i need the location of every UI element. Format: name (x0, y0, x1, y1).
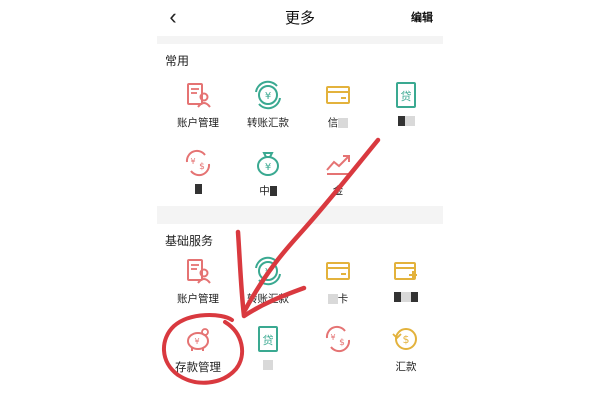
service-item-loan[interactable]: 贷 (233, 324, 303, 390)
redacted-text (269, 186, 277, 197)
service-item-transfer[interactable]: ¥ 转账汇款 (233, 256, 303, 322)
redacted-text (263, 360, 273, 371)
card-add-icon (394, 262, 417, 280)
redacted-text (327, 294, 338, 305)
redacted-text (394, 292, 401, 303)
service-label: 转账汇款 (247, 293, 289, 305)
redacted-text (397, 116, 405, 127)
service-label: 存款管理 (175, 362, 221, 374)
service-label: 卡 (337, 293, 349, 305)
service-label: 账户管理 (177, 293, 219, 305)
svg-text:¥: ¥ (190, 157, 195, 166)
svg-text:贷: 贷 (263, 333, 274, 347)
money-bag-icon: ¥ (257, 152, 279, 176)
currency-exchange-icon: ¥ $ (185, 149, 211, 177)
service-item-gold[interactable]: 金 (303, 148, 373, 214)
svg-text:$: $ (339, 338, 345, 348)
service-label: 中 (259, 185, 270, 197)
section-basic-services: 基础服务 账户管理 ¥ 转账汇款 卡 ¥ 存款管理 贷 ¥ $ $ 汇款 (157, 224, 443, 400)
redacted-text (338, 118, 349, 129)
account-management-icon (187, 83, 211, 108)
service-label: 转账汇款 (247, 117, 289, 129)
service-item-deposit-management[interactable]: ¥ 存款管理 (163, 324, 233, 390)
service-label: 信 (327, 117, 339, 129)
service-item-account-management[interactable]: 账户管理 (163, 256, 233, 322)
service-item-card-add[interactable] (371, 256, 441, 322)
svg-text:¥: ¥ (330, 333, 335, 342)
service-item-credit-card[interactable]: 信 (303, 80, 373, 146)
service-item-currency-exchange[interactable]: ¥ $ (163, 148, 233, 214)
service-label: 金 (332, 185, 344, 197)
redacted-text (194, 184, 202, 195)
svg-text:¥: ¥ (265, 267, 271, 278)
top-nav-bar: ‹ 更多 编辑 (157, 0, 443, 36)
section-title: 基础服务 (165, 234, 214, 248)
gold-chart-icon (326, 155, 350, 175)
edit-button[interactable]: 编辑 (411, 9, 433, 25)
service-item-money-bag[interactable]: ¥ 中 (233, 148, 303, 214)
svg-text:$: $ (403, 333, 410, 346)
service-label: 账户管理 (177, 117, 219, 129)
service-item-account-management[interactable]: 账户管理 (163, 80, 233, 146)
loan-icon: 贷 (396, 82, 416, 108)
phone-screen: ‹ 更多 编辑 常用 账户管理 ¥ 转账汇款 信 贷 ¥ $ ¥ 中 金 基础服… (157, 0, 443, 400)
service-item-loan[interactable]: 贷 (371, 80, 441, 146)
transfer-icon: ¥ (255, 256, 281, 286)
page-title: 更多 (284, 10, 315, 27)
currency-exchange-icon: ¥ $ (325, 325, 351, 353)
svg-text:贷: 贷 (401, 89, 412, 103)
svg-text:¥: ¥ (265, 91, 271, 102)
svg-text:¥: ¥ (194, 337, 199, 346)
redacted-text (401, 292, 411, 303)
piggy-bank-icon: ¥ (187, 328, 209, 351)
service-item-remittance[interactable]: $ 汇款 (371, 324, 441, 390)
svg-text:$: $ (199, 162, 205, 172)
card-icon (326, 262, 350, 280)
service-label: 汇款 (395, 361, 417, 373)
redacted-text (404, 116, 415, 127)
loan-icon: 贷 (258, 326, 278, 352)
service-item-currency-exchange[interactable]: ¥ $ (303, 324, 373, 390)
redacted-text (411, 292, 418, 303)
section-frequent: 常用 账户管理 ¥ 转账汇款 信 贷 ¥ $ ¥ 中 金 (157, 44, 443, 206)
card-icon (326, 86, 350, 104)
service-item-card[interactable]: 卡 (303, 256, 373, 322)
section-title: 常用 (165, 54, 190, 68)
svg-text:¥: ¥ (265, 162, 271, 173)
account-management-icon (187, 259, 211, 284)
service-item-transfer[interactable]: ¥ 转账汇款 (233, 80, 303, 146)
transfer-icon: ¥ (255, 80, 281, 110)
remittance-icon: $ (392, 328, 417, 350)
